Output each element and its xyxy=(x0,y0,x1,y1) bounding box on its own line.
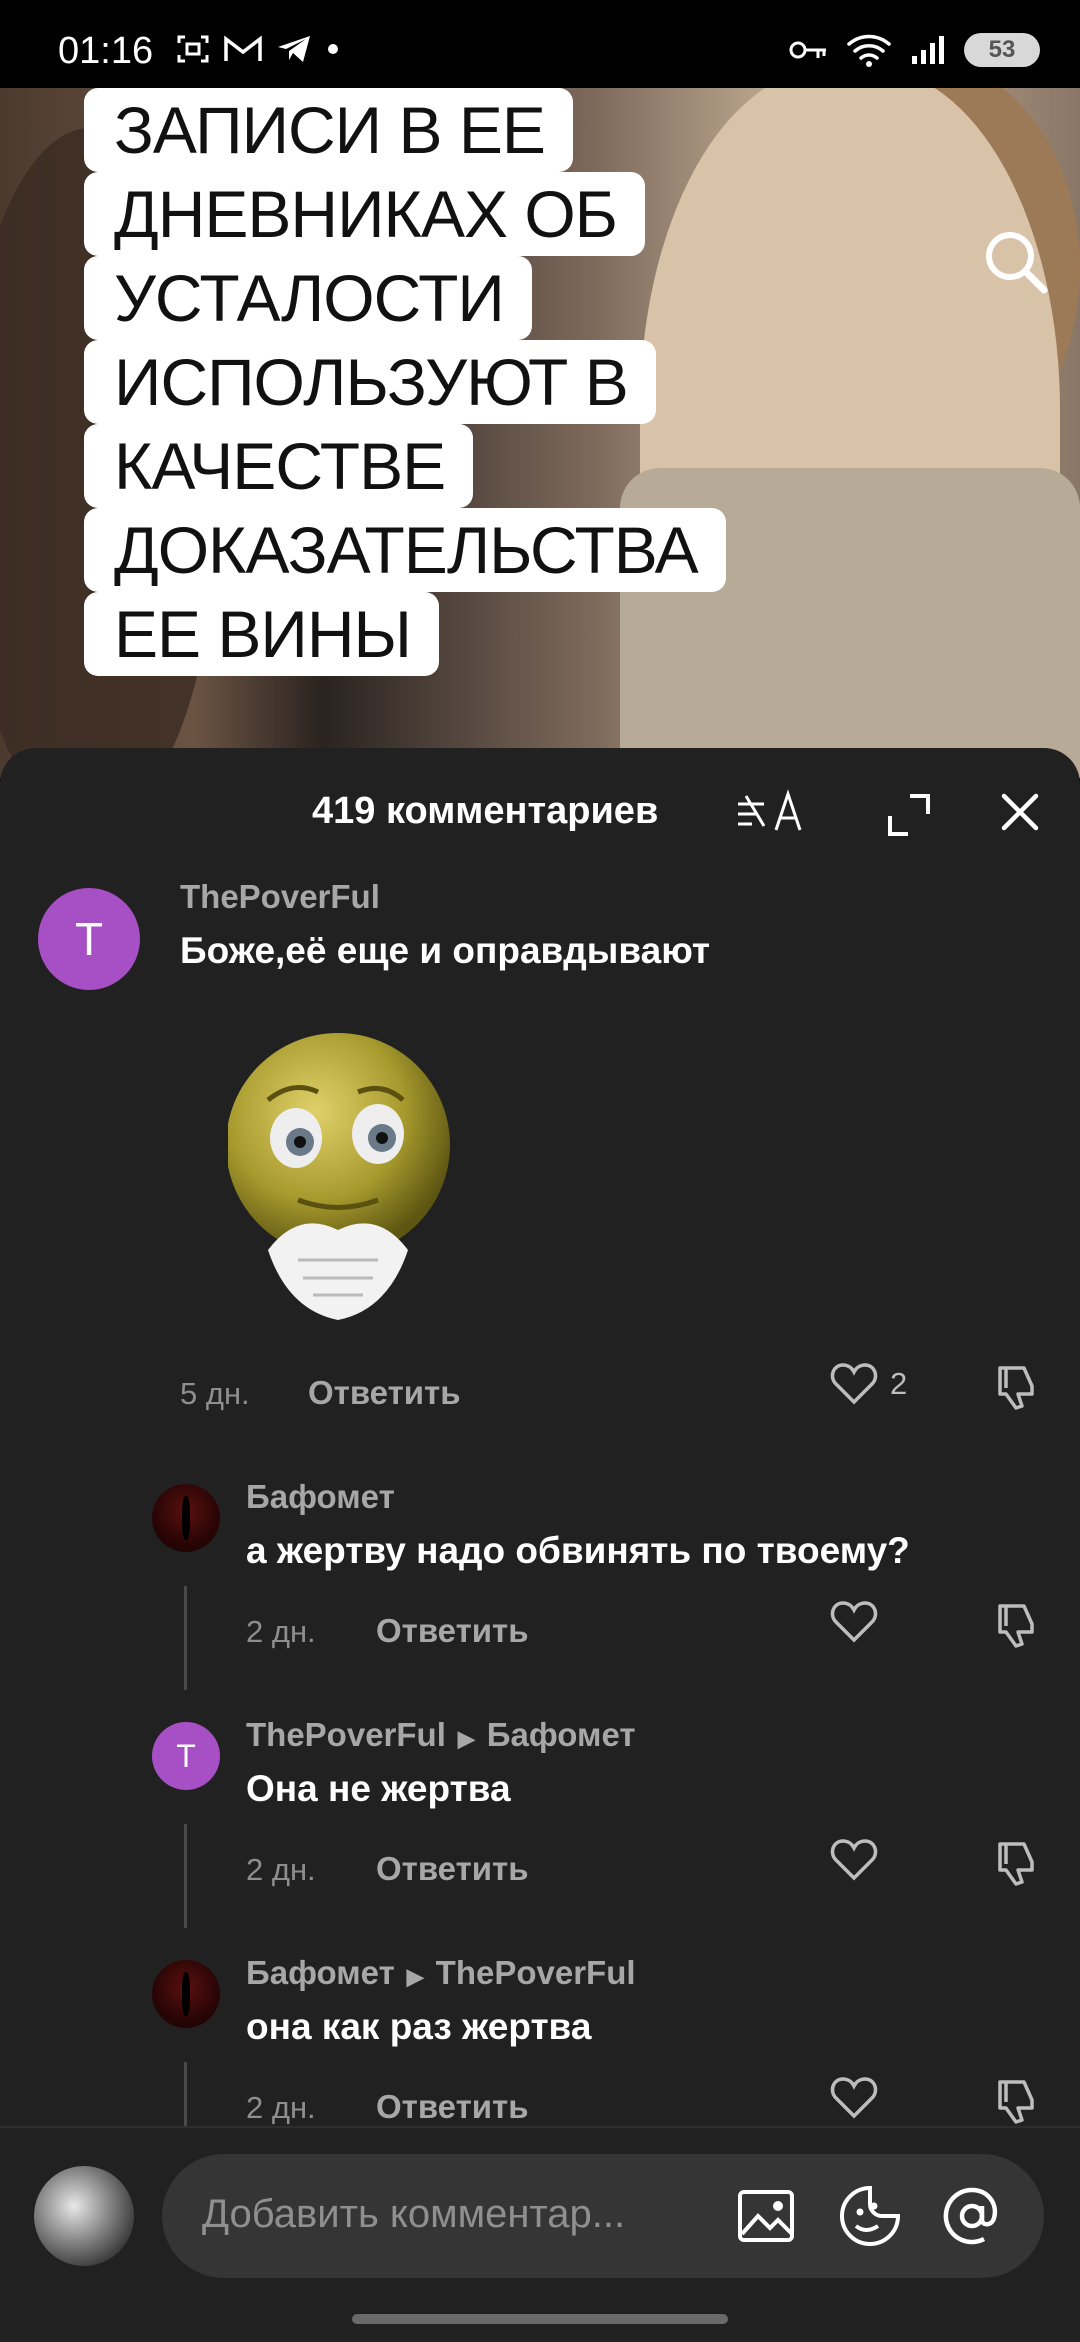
screenshot-icon xyxy=(177,35,209,63)
avatar[interactable] xyxy=(152,1484,220,1552)
comment-input-placeholder[interactable]: Добавить комментар... xyxy=(202,2192,625,2237)
battery-indicator: 53 xyxy=(964,33,1040,67)
status-bar: 01:16 53 xyxy=(0,0,1080,88)
reply-button[interactable]: Ответить xyxy=(376,1612,529,1650)
comment-time: 5 дн. xyxy=(180,1376,250,1411)
reply-to-username[interactable]: Бафомет xyxy=(487,1716,636,1753)
reply-button[interactable]: Ответить xyxy=(308,1374,461,1412)
comment-time: 2 дн. xyxy=(246,1852,316,1887)
reply-arrow-icon: ▶ xyxy=(457,1726,475,1751)
translate-icon[interactable] xyxy=(736,786,806,836)
home-indicator[interactable] xyxy=(352,2314,728,2324)
comment-username-line: Бафомет ▶ ThePoverFul xyxy=(246,1954,636,1992)
video-caption: ЗАПИСИ В ЕЕ ДНЕВНИКАХ ОБ УСТАЛОСТИ ИСПОЛ… xyxy=(84,88,726,676)
sticker-icon[interactable] xyxy=(838,2184,902,2248)
image-icon[interactable] xyxy=(734,2184,798,2248)
mention-icon[interactable] xyxy=(940,2184,1004,2248)
comment-username[interactable]: Бафомет xyxy=(246,1478,395,1516)
avatar[interactable]: T xyxy=(38,888,140,990)
dislike-icon[interactable] xyxy=(994,1600,1042,1648)
comment-input[interactable]: Добавить комментар... xyxy=(162,2154,1044,2278)
thread-line xyxy=(184,1824,187,1928)
comment-time: 2 дн. xyxy=(246,1614,316,1649)
like-button[interactable]: 2 xyxy=(830,1362,907,1406)
comment-username[interactable]: Бафомет xyxy=(246,1954,395,1991)
my-avatar[interactable] xyxy=(34,2166,134,2266)
close-icon[interactable] xyxy=(998,790,1042,834)
caption-line: ЕЕ ВИНЫ xyxy=(84,592,439,676)
comment-time: 2 дн. xyxy=(246,2090,316,2125)
caption-line: КАЧЕСТВЕ xyxy=(84,424,474,508)
dot-icon xyxy=(328,44,338,54)
comment-text: Она не жертва xyxy=(246,1768,511,1809)
reply-arrow-icon: ▶ xyxy=(406,1964,424,1989)
wifi-icon xyxy=(847,34,891,67)
thread-line xyxy=(184,1586,187,1690)
comments-header: 419 комментариев xyxy=(0,786,1080,846)
comment-text: она как раз жертва xyxy=(246,2006,592,2047)
comment-composer: Добавить комментар... xyxy=(0,2126,1080,2342)
status-time: 01:16 xyxy=(58,30,154,72)
reply-button[interactable]: Ответить xyxy=(376,1850,529,1888)
comments-count-title: 419 комментариев xyxy=(312,790,659,832)
caption-line: УСТАЛОСТИ xyxy=(84,256,532,340)
thread-line xyxy=(184,2062,187,2126)
expand-icon[interactable] xyxy=(884,790,934,840)
comment-username[interactable]: ThePoverFul xyxy=(180,878,380,916)
video-player[interactable]: ЗАПИСИ В ЕЕ ДНЕВНИКАХ ОБ УСТАЛОСТИ ИСПОЛ… xyxy=(0,88,1080,778)
comment-text: Боже,её еще и оправдывают xyxy=(180,930,711,971)
comment-username[interactable]: ThePoverFul xyxy=(246,1716,446,1753)
emoji-sticker xyxy=(228,1033,450,1320)
heart-icon[interactable] xyxy=(830,2076,878,2120)
reply-button[interactable]: Ответить xyxy=(376,2088,529,2126)
avatar[interactable] xyxy=(152,1960,220,2028)
caption-line: ДОКАЗАТЕЛЬСТВА xyxy=(84,508,726,592)
avatar[interactable]: T xyxy=(152,1722,220,1790)
dislike-icon[interactable] xyxy=(994,2076,1042,2124)
caption-line: ЗАПИСИ В ЕЕ xyxy=(84,88,573,172)
signal-icon xyxy=(912,36,944,64)
dislike-icon[interactable] xyxy=(994,1362,1042,1410)
status-left-icons xyxy=(176,34,340,64)
comment-username-line: ThePoverFul ▶ Бафомет xyxy=(246,1716,636,1754)
heart-icon xyxy=(830,1363,878,1405)
dislike-icon[interactable] xyxy=(994,1838,1042,1886)
search-icon[interactable] xyxy=(980,226,1050,296)
reply-to-username[interactable]: ThePoverFul xyxy=(436,1954,636,1991)
heart-icon[interactable] xyxy=(830,1838,878,1882)
caption-line: ИСПОЛЬЗУЮТ В xyxy=(84,340,656,424)
vpn-key-icon xyxy=(789,41,826,59)
caption-line: ДНЕВНИКАХ ОБ xyxy=(84,172,645,256)
heart-icon[interactable] xyxy=(830,1600,878,1644)
status-right-icons: 53 xyxy=(788,32,1040,68)
like-count: 2 xyxy=(890,1366,908,1401)
telegram-icon xyxy=(278,36,310,62)
comment-text: а жертву надо обвинять по твоему? xyxy=(246,1530,910,1571)
gmail-icon xyxy=(224,35,262,61)
